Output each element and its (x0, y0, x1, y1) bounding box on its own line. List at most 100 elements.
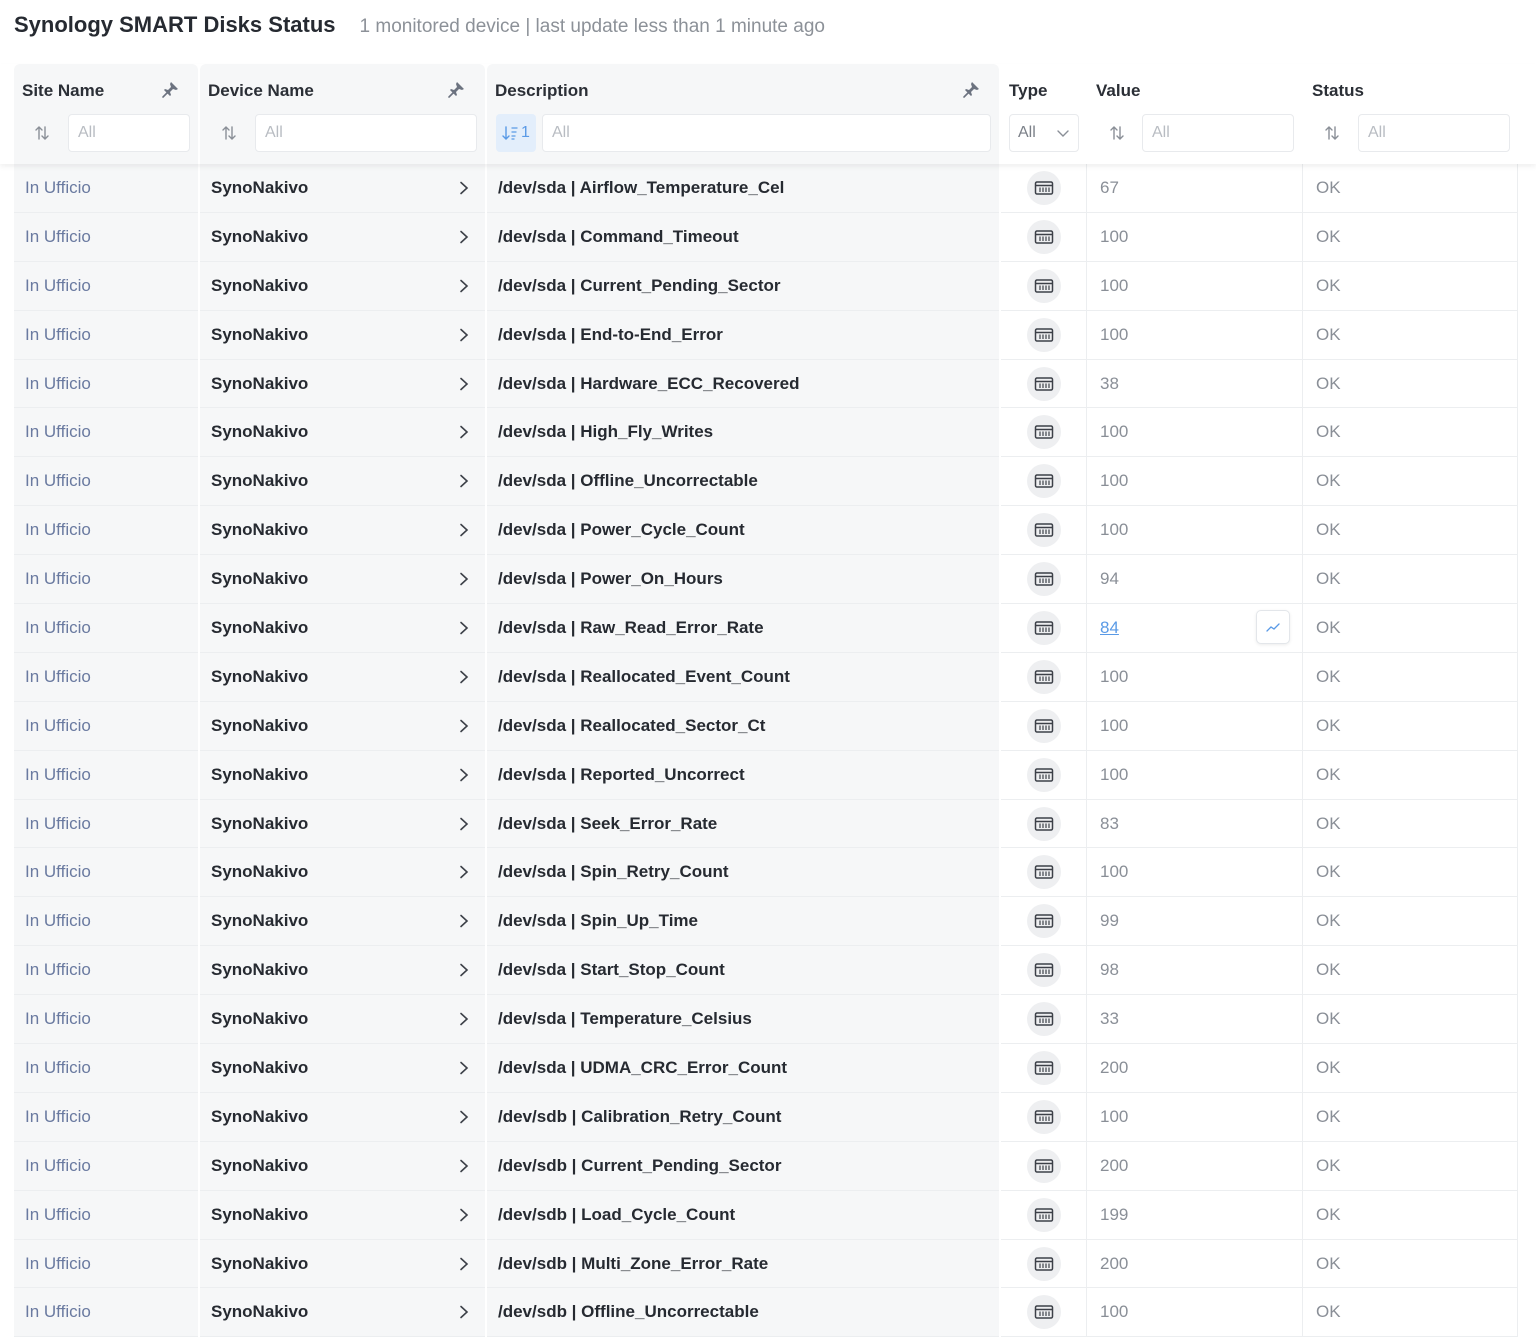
table-row[interactable]: In Ufficio SynoNakivo/dev/sda | Hardware_… (0, 359, 1536, 409)
site-name-link[interactable]: In Ufficio (25, 325, 91, 345)
table-row[interactable]: In Ufficio SynoNakivo/dev/sda | Power_On_… (0, 555, 1536, 605)
table-row[interactable]: In Ufficio SynoNakivo/dev/sda | Reallocat… (0, 701, 1536, 751)
table-row[interactable]: In Ufficio SynoNakivo/dev/sdb | Offline_U… (0, 1288, 1536, 1338)
site-name-link[interactable]: In Ufficio (25, 667, 91, 687)
cell-device-name[interactable]: SynoNakivo (200, 261, 485, 311)
table-row[interactable]: In Ufficio SynoNakivo/dev/sdb | Load_Cycl… (0, 1190, 1536, 1240)
table-row[interactable]: In Ufficio SynoNakivo/dev/sda | Spin_Retr… (0, 848, 1536, 898)
table-row[interactable]: In Ufficio SynoNakivo/dev/sdb | Calibrati… (0, 1092, 1536, 1142)
table-row[interactable]: In Ufficio SynoNakivo/dev/sda | Start_Sto… (0, 946, 1536, 996)
cell-device-name[interactable]: SynoNakivo (200, 897, 485, 947)
cell-device-name[interactable]: SynoNakivo (200, 848, 485, 898)
site-name-link[interactable]: In Ufficio (25, 374, 91, 394)
cell-site-name[interactable]: In Ufficio (14, 408, 198, 458)
site-name-link[interactable]: In Ufficio (25, 1156, 91, 1176)
trend-chart-button[interactable] (1256, 610, 1290, 645)
site-name-link[interactable]: In Ufficio (25, 618, 91, 638)
cell-site-name[interactable]: In Ufficio (14, 799, 198, 849)
table-row[interactable]: In Ufficio SynoNakivo/dev/sda | Seek_Erro… (0, 799, 1536, 849)
cell-device-name[interactable]: SynoNakivo (200, 310, 485, 360)
cell-site-name[interactable]: In Ufficio (14, 946, 198, 996)
type-filter-select[interactable]: All (1009, 114, 1079, 152)
cell-site-name[interactable]: In Ufficio (14, 652, 198, 702)
table-row[interactable]: In Ufficio SynoNakivo/dev/sdb | Current_P… (0, 1141, 1536, 1191)
cell-site-name[interactable]: In Ufficio (14, 1239, 198, 1289)
table-row[interactable]: In Ufficio SynoNakivo/dev/sdb | Multi_Zon… (0, 1239, 1536, 1289)
site-name-link[interactable]: In Ufficio (25, 422, 91, 442)
filter-input-status[interactable]: All (1358, 114, 1510, 152)
pin-icon[interactable] (160, 80, 180, 100)
pin-icon[interactable] (961, 80, 981, 100)
cell-site-name[interactable]: In Ufficio (14, 1044, 198, 1093)
cell-site-name[interactable]: In Ufficio (14, 750, 198, 800)
cell-device-name[interactable]: SynoNakivo (200, 1190, 485, 1240)
sort-button-site-name[interactable] (22, 114, 62, 152)
table-row[interactable]: In Ufficio SynoNakivo/dev/sda | Command_T… (0, 212, 1536, 262)
table-row[interactable]: In Ufficio SynoNakivo/dev/sda | Raw_Read_… (0, 604, 1536, 653)
site-name-link[interactable]: In Ufficio (25, 862, 91, 882)
site-name-link[interactable]: In Ufficio (25, 1009, 91, 1029)
cell-device-name[interactable]: SynoNakivo (200, 164, 485, 213)
table-row[interactable]: In Ufficio SynoNakivo/dev/sda | High_Fly_… (0, 408, 1536, 458)
cell-site-name[interactable]: In Ufficio (14, 555, 198, 605)
site-name-link[interactable]: In Ufficio (25, 1302, 91, 1322)
site-name-link[interactable]: In Ufficio (25, 1205, 91, 1225)
cell-site-name[interactable]: In Ufficio (14, 701, 198, 751)
site-name-link[interactable]: In Ufficio (25, 765, 91, 785)
cell-device-name[interactable]: SynoNakivo (200, 799, 485, 849)
cell-device-name[interactable]: SynoNakivo (200, 652, 485, 702)
site-name-link[interactable]: In Ufficio (25, 178, 91, 198)
cell-site-name[interactable]: In Ufficio (14, 1190, 198, 1240)
cell-device-name[interactable]: SynoNakivo (200, 555, 485, 605)
site-name-link[interactable]: In Ufficio (25, 1254, 91, 1274)
cell-device-name[interactable]: SynoNakivo (200, 1141, 485, 1191)
sort-button-value[interactable] (1097, 114, 1137, 152)
table-row[interactable]: In Ufficio SynoNakivo/dev/sda | Airflow_T… (0, 164, 1536, 213)
cell-device-name[interactable]: SynoNakivo (200, 946, 485, 996)
sort-button-status[interactable] (1312, 114, 1352, 152)
table-row[interactable]: In Ufficio SynoNakivo/dev/sda | Temperatu… (0, 995, 1536, 1045)
site-name-link[interactable]: In Ufficio (25, 569, 91, 589)
site-name-link[interactable]: In Ufficio (25, 520, 91, 540)
site-name-link[interactable]: In Ufficio (25, 227, 91, 247)
cell-site-name[interactable]: In Ufficio (14, 457, 198, 507)
table-row[interactable]: In Ufficio SynoNakivo/dev/sda | Power_Cyc… (0, 506, 1536, 556)
cell-site-name[interactable]: In Ufficio (14, 212, 198, 262)
cell-device-name[interactable]: SynoNakivo (200, 359, 485, 409)
site-name-link[interactable]: In Ufficio (25, 911, 91, 931)
table-row[interactable]: In Ufficio SynoNakivo/dev/sda | UDMA_CRC_… (0, 1044, 1536, 1093)
cell-device-name[interactable]: SynoNakivo (200, 1092, 485, 1142)
pin-icon[interactable] (446, 80, 466, 100)
cell-device-name[interactable]: SynoNakivo (200, 604, 485, 653)
cell-site-name[interactable]: In Ufficio (14, 359, 198, 409)
cell-device-name[interactable]: SynoNakivo (200, 212, 485, 262)
filter-input-description[interactable]: All (542, 114, 991, 152)
site-name-link[interactable]: In Ufficio (25, 1107, 91, 1127)
table-row[interactable]: In Ufficio SynoNakivo/dev/sda | End-to-En… (0, 310, 1536, 360)
cell-device-name[interactable]: SynoNakivo (200, 457, 485, 507)
cell-device-name[interactable]: SynoNakivo (200, 995, 485, 1045)
site-name-link[interactable]: In Ufficio (25, 1058, 91, 1078)
cell-site-name[interactable]: In Ufficio (14, 1288, 198, 1338)
cell-device-name[interactable]: SynoNakivo (200, 1288, 485, 1338)
cell-site-name[interactable]: In Ufficio (14, 164, 198, 213)
table-row[interactable]: In Ufficio SynoNakivo/dev/sda | Offline_U… (0, 457, 1536, 507)
filter-input-value[interactable]: All (1142, 114, 1294, 152)
cell-device-name[interactable]: SynoNakivo (200, 1239, 485, 1289)
cell-device-name[interactable]: SynoNakivo (200, 701, 485, 751)
filter-input-device-name[interactable]: All (255, 114, 477, 152)
site-name-link[interactable]: In Ufficio (25, 471, 91, 491)
cell-site-name[interactable]: In Ufficio (14, 1141, 198, 1191)
site-name-link[interactable]: In Ufficio (25, 814, 91, 834)
table-row[interactable]: In Ufficio SynoNakivo/dev/sda | Current_P… (0, 261, 1536, 311)
cell-device-name[interactable]: SynoNakivo (200, 1044, 485, 1093)
sort-button-description[interactable]: 1 (496, 114, 536, 152)
site-name-link[interactable]: In Ufficio (25, 716, 91, 736)
sort-button-device-name[interactable] (209, 114, 249, 152)
cell-site-name[interactable]: In Ufficio (14, 604, 198, 653)
cell-site-name[interactable]: In Ufficio (14, 1092, 198, 1142)
cell-site-name[interactable]: In Ufficio (14, 848, 198, 898)
cell-site-name[interactable]: In Ufficio (14, 261, 198, 311)
cell-site-name[interactable]: In Ufficio (14, 506, 198, 556)
table-row[interactable]: In Ufficio SynoNakivo/dev/sda | Spin_Up_T… (0, 897, 1536, 947)
